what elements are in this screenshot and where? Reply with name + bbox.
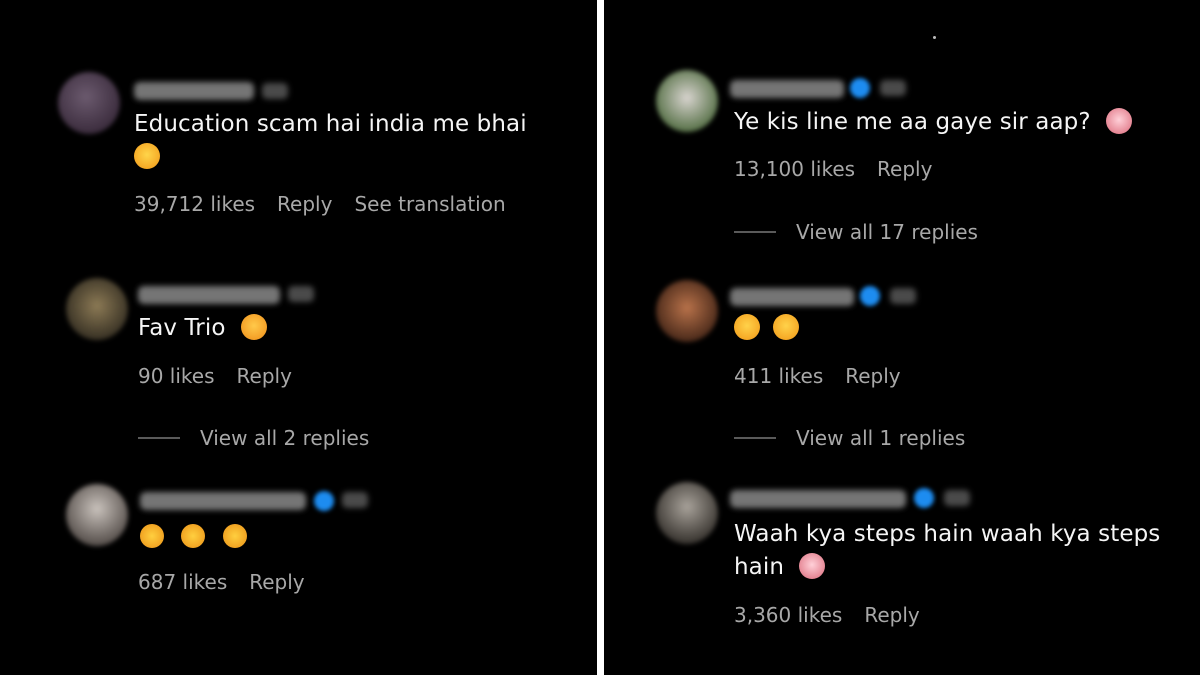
user-avatar[interactable]	[656, 70, 718, 132]
right-comment-panel: Ye kis line me aa gaye sir aap? 13,100 l…	[604, 0, 1200, 675]
comment-text: Education scam hai india me bhai	[134, 108, 527, 174]
comment-text	[734, 312, 800, 345]
username-blurred[interactable]	[138, 286, 280, 304]
replies-divider	[734, 437, 776, 439]
comment-timestamp-blurred	[944, 490, 970, 506]
likes-count[interactable]: 687 likes	[138, 570, 227, 594]
comment-actions: 13,100 likes Reply	[734, 157, 954, 181]
username-blurred[interactable]	[730, 288, 854, 306]
comment-text	[140, 520, 247, 553]
comment-timestamp-blurred	[288, 286, 314, 302]
user-avatar[interactable]	[66, 484, 128, 546]
reply-button[interactable]: Reply	[845, 364, 900, 388]
replies-divider	[138, 437, 180, 439]
likes-count[interactable]: 3,360 likes	[734, 603, 842, 627]
reply-button[interactable]: Reply	[877, 157, 932, 181]
username-blurred[interactable]	[140, 492, 306, 510]
comment-actions: 3,360 likes Reply	[734, 603, 942, 627]
likes-count[interactable]: 411 likes	[734, 364, 823, 388]
replies-divider	[734, 231, 776, 233]
heart-eyes-emoji	[773, 314, 800, 340]
laughing-tears-emoji	[134, 143, 160, 169]
reply-button[interactable]: Reply	[237, 364, 292, 388]
likes-count[interactable]: 39,712 likes	[134, 192, 255, 216]
username-blurred[interactable]	[730, 80, 844, 98]
user-avatar[interactable]	[66, 278, 128, 340]
verified-badge-icon	[850, 78, 870, 98]
clapping-hands-emoji	[181, 524, 206, 548]
user-avatar[interactable]	[656, 280, 718, 342]
comment-text: Waah kya steps hain waah kya steps hain	[734, 521, 1161, 580]
comment-actions: 411 likes Reply	[734, 364, 923, 388]
likes-count[interactable]: 13,100 likes	[734, 157, 855, 181]
username-blurred[interactable]	[730, 490, 906, 508]
clapping-hands-emoji	[222, 524, 247, 548]
comment-timestamp-blurred	[262, 83, 288, 99]
comment-text: Fav Trio	[138, 312, 267, 345]
user-avatar[interactable]	[58, 72, 120, 134]
comment-timestamp-blurred	[890, 288, 916, 304]
username-blurred[interactable]	[134, 82, 254, 100]
comment-actions: 687 likes Reply	[138, 570, 327, 594]
reply-button[interactable]: Reply	[277, 192, 332, 216]
verified-badge-icon	[860, 286, 880, 306]
comment-actions: 39,712 likes Reply See translation	[134, 192, 528, 216]
face-screaming-emoji	[799, 553, 826, 579]
see-translation-link[interactable]: See translation	[354, 192, 505, 216]
scroll-indicator-dot	[933, 36, 936, 39]
astonished-face-emoji	[1106, 108, 1133, 134]
comment-timestamp-blurred	[880, 80, 906, 96]
comment-text: Ye kis line me aa gaye sir aap?	[734, 106, 1133, 139]
user-avatar[interactable]	[656, 482, 718, 544]
face-blowing-kiss-emoji	[240, 314, 267, 340]
clapping-hands-emoji	[140, 524, 164, 548]
likes-count[interactable]: 90 likes	[138, 364, 215, 388]
comment-actions: 90 likes Reply	[138, 364, 314, 388]
verified-badge-icon	[914, 488, 934, 508]
verified-badge-icon	[314, 491, 334, 511]
comment-timestamp-blurred	[342, 492, 368, 508]
reply-button[interactable]: Reply	[249, 570, 304, 594]
left-comment-panel: Education scam hai india me bhai 39,712 …	[0, 0, 597, 675]
reply-button[interactable]: Reply	[864, 603, 919, 627]
heart-eyes-emoji	[734, 314, 760, 340]
